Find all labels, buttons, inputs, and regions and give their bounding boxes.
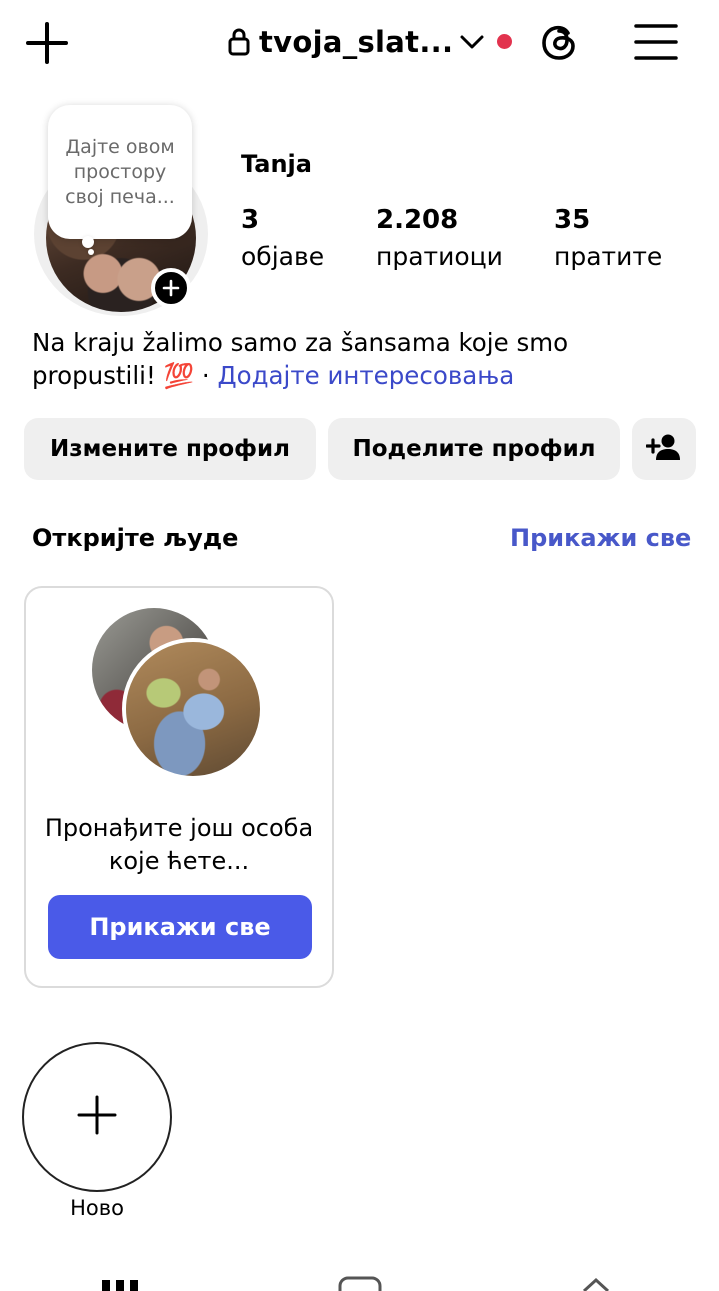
new-highlight-button[interactable]	[22, 1042, 172, 1192]
lock-icon	[227, 27, 251, 57]
threads-icon[interactable]	[537, 19, 583, 65]
edit-profile-label: Измените профил	[50, 436, 290, 462]
note-bubble-tail	[82, 236, 94, 248]
stat-followers-count: 2.208	[376, 205, 459, 235]
plus-icon	[76, 1094, 118, 1140]
note-bubble-tail-small	[88, 249, 94, 255]
chevron-down-icon[interactable]	[458, 30, 486, 54]
share-profile-button[interactable]: Поделите профил	[328, 418, 620, 480]
add-interests-link[interactable]: Додајте интересовања	[217, 361, 514, 390]
edit-profile-button[interactable]: Измените профил	[24, 418, 316, 480]
add-person-icon	[645, 432, 682, 466]
stat-following-count: 35	[554, 205, 591, 235]
share-profile-label: Поделите профил	[352, 436, 596, 462]
reels-tab-icon	[338, 1276, 382, 1291]
menu-icon[interactable]	[634, 22, 678, 62]
add-story-plus-icon[interactable]	[151, 268, 191, 308]
stat-following-label: пратите	[554, 242, 663, 271]
profile-page: tvoja_slat... Дајте овом простору свој п…	[0, 0, 719, 1291]
profile-tabs	[0, 1276, 719, 1291]
bio: Na kraju žalimo samo za šansama koje smo…	[32, 326, 692, 392]
create-plus-icon[interactable]	[22, 18, 72, 68]
stat-followers-label: пратиоци	[376, 242, 503, 271]
suggestion-card-text: Пронађите још особа које ћете...	[44, 814, 314, 875]
new-highlight-label: Ново	[70, 1196, 124, 1220]
grid-tab-icon	[102, 1280, 138, 1291]
show-all-link[interactable]: Прикажи све	[510, 524, 691, 552]
tagged-tab-icon	[582, 1277, 610, 1291]
stat-posts-label: објаве	[241, 242, 325, 271]
card-show-all-button[interactable]: Прикажи све	[48, 895, 312, 959]
card-show-all-label: Прикажи све	[89, 913, 271, 941]
discover-people-button[interactable]	[632, 418, 696, 480]
notification-dot	[497, 34, 512, 49]
stat-following[interactable]: 35 пратите	[554, 203, 662, 277]
profile-name: Tanja	[241, 150, 312, 178]
username: tvoja_slat...	[259, 25, 454, 59]
discover-people-title: Откријте људе	[32, 524, 239, 552]
account-switcher[interactable]: tvoja_slat...	[227, 20, 453, 64]
stat-followers[interactable]: 2.208 пратиоци	[376, 203, 503, 277]
stat-posts-count: 3	[241, 205, 260, 235]
suggested-person-photo-front	[122, 638, 264, 780]
stat-posts[interactable]: 3 објаве	[241, 203, 324, 277]
note-bubble-text: Дајте овом простору свој печа...	[65, 135, 175, 208]
note-bubble[interactable]: Дајте овом простору свој печа...	[48, 105, 192, 239]
